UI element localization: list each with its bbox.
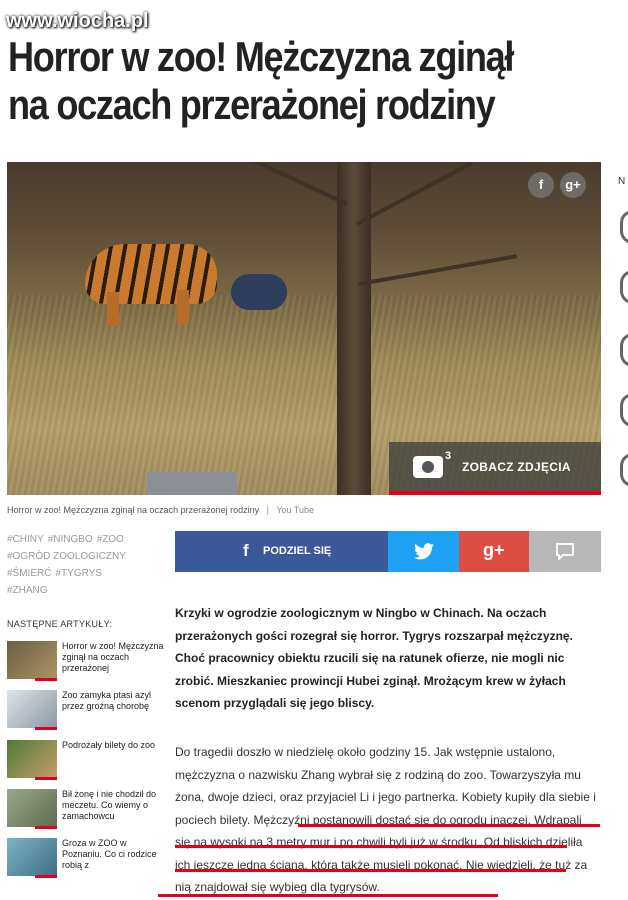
article-headline: Horror w zoo! Mężczyzna zginął na oczach… — [8, 34, 537, 130]
caption-source: You Tube — [276, 505, 315, 515]
comment-button[interactable] — [529, 531, 601, 572]
sidebar-circle-icon[interactable] — [620, 270, 628, 304]
photo-tree — [337, 162, 371, 495]
highlight-underline — [175, 869, 566, 872]
caption-separator: | — [266, 505, 269, 515]
facebook-share-button[interactable]: f PODZIEL SIĘ — [175, 531, 388, 572]
next-article-title: Horror w zoo! Mężczyzna zginął na oczach… — [62, 641, 164, 673]
tag-link[interactable]: #ZOO — [97, 534, 124, 545]
tag-list: #CHINY #NINGBO #ZOO #OGRÓD ZOOLOGICZNY #ŚM… — [7, 531, 167, 599]
next-article-title: Podrożały bilety do zoo — [62, 740, 156, 750]
comment-icon — [556, 543, 574, 560]
next-article-item[interactable]: Podrożały bilety do zoo — [7, 740, 167, 780]
gallery-button[interactable]: 3 ZOBACZ ZDJĘCIA — [389, 442, 601, 495]
tag-link[interactable]: #ŚMIERĆ — [7, 568, 51, 579]
highlight-underline — [158, 894, 498, 897]
photo-branch — [210, 162, 348, 206]
article-thumbnail — [7, 740, 57, 780]
facebook-icon: f — [243, 541, 249, 560]
photo-tiger-leg — [107, 292, 119, 326]
tag-link[interactable]: #ZHANG — [7, 585, 48, 596]
article-body: Do tragedii doszło w niedzielę około god… — [175, 745, 596, 894]
tag-link[interactable]: #TYGRYS — [55, 568, 102, 579]
facebook-share-icon[interactable]: f — [528, 172, 554, 198]
twitter-icon — [414, 543, 434, 560]
next-article-item[interactable]: Bił żonę i nie chodził do meczetu. Co wi… — [7, 789, 167, 829]
tag-link[interactable]: #OGRÓD ZOOLOGICZNY — [7, 551, 126, 562]
photo-branch — [358, 254, 517, 286]
sidebar-circle-icon[interactable] — [620, 210, 628, 244]
gallery-count: 3 — [445, 450, 452, 462]
photo-tiger-leg — [177, 290, 189, 324]
next-articles-heading: NASTĘPNE ARTYKUŁY: — [7, 619, 113, 629]
next-article-title: Bił żonę i nie chodził do meczetu. Co wi… — [62, 789, 157, 821]
facebook-share-label: PODZIEL SIĘ — [263, 545, 332, 557]
article-photo[interactable]: f g+ 3 ZOBACZ ZDJĘCIA — [7, 162, 601, 495]
google-plus-share-icon[interactable]: g+ — [560, 172, 586, 198]
sidebar-circle-icon[interactable] — [620, 393, 628, 427]
article-lead: Krzyki w ogrodzie zoologicznym w Ningbo … — [175, 606, 573, 710]
next-article-title: Groza w ZOO w Poznaniu. Co ci rodzice ro… — [62, 838, 157, 870]
watermark: www.wiocha.pl — [6, 10, 149, 32]
headline-line-1: Horror w zoo! Mężczyzna zginął — [8, 33, 514, 80]
photo-tiger — [85, 244, 217, 304]
sidebar-circle-icon[interactable] — [620, 453, 628, 487]
gallery-label: ZOBACZ ZDJĘCIA — [462, 460, 571, 474]
sidebar-heading-fragment: N — [618, 176, 626, 187]
article-thumbnail — [7, 690, 57, 730]
photo-object — [147, 472, 237, 495]
article-thumbnail — [7, 789, 57, 829]
caption-text: Horror w zoo! Mężczyzna zginął na oczach… — [7, 505, 260, 515]
sidebar-circle-icon[interactable] — [620, 333, 628, 367]
next-article-item[interactable]: Groza w ZOO w Poznaniu. Co ci rodzice ro… — [7, 838, 167, 878]
article-thumbnail — [7, 641, 57, 681]
photo-caption: Horror w zoo! Mężczyzna zginął na oczach… — [7, 505, 314, 515]
google-plus-share-button[interactable]: g+ — [459, 531, 529, 572]
article-thumbnail — [7, 838, 57, 878]
tag-link[interactable]: #NINGBO — [48, 534, 93, 545]
headline-line-2: na oczach przerażonej rodziny — [8, 81, 496, 128]
highlight-underline — [175, 845, 567, 848]
next-article-title: Zoo zamyka ptasi azyl przez groźną choro… — [62, 690, 152, 711]
camera-icon — [413, 456, 443, 478]
highlight-underline — [298, 824, 600, 827]
twitter-share-button[interactable] — [388, 531, 459, 572]
next-article-item[interactable]: Horror w zoo! Mężczyzna zginął na oczach… — [7, 641, 167, 681]
tag-link[interactable]: #CHINY — [7, 534, 44, 545]
photo-branch — [356, 162, 473, 226]
next-article-item[interactable]: Zoo zamyka ptasi azyl przez groźną choro… — [7, 690, 167, 730]
google-plus-icon: g+ — [483, 540, 505, 560]
photo-man — [231, 274, 287, 310]
